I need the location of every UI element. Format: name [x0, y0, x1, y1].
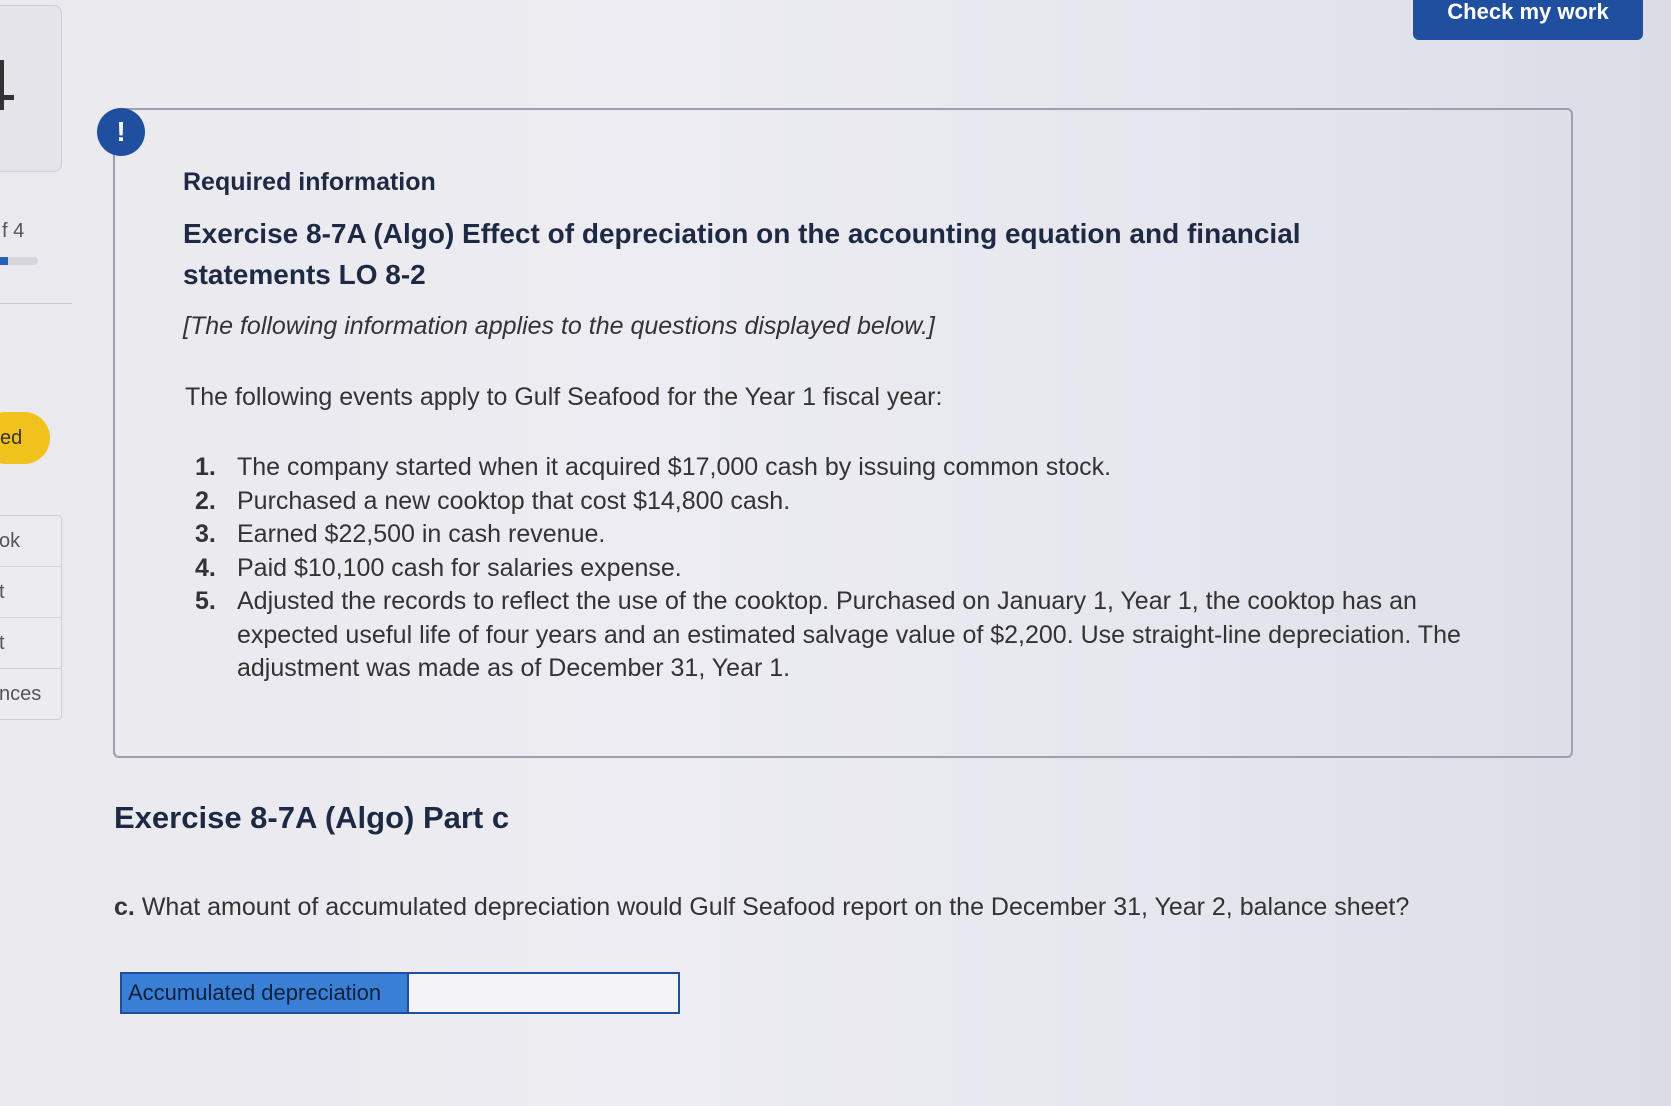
list-item: 2. Purchased a new cooktop that cost $14,…: [195, 486, 791, 515]
status-badge[interactable]: ed: [0, 412, 50, 464]
exercise-title: Exercise 8-7A (Algo) Effect of depreciat…: [183, 218, 1301, 290]
list-item: 1. The company started when it acquired $…: [195, 453, 1112, 481]
sidebar-card[interactable]: [0, 5, 62, 172]
list-item: 3. Earned $22,500 in cash revenue.: [195, 520, 606, 548]
progress-bar: [0, 257, 38, 265]
part-title: Exercise 8-7A (Algo) Part c: [114, 800, 510, 835]
sidebar-item-print[interactable]: t: [0, 567, 61, 618]
plus-icon: [0, 60, 4, 110]
sidebar-item-hint[interactable]: t: [0, 618, 61, 669]
sidebar-list: ok t t nces: [0, 515, 62, 720]
events-list: 1. The company started when it acquired $…: [195, 451, 1495, 686]
list-item: 4. Paid $10,100 cash for salaries expense…: [195, 553, 682, 582]
plus-icon-bar: [0, 95, 14, 100]
sidebar-item-references[interactable]: nces: [0, 669, 61, 719]
progress-fill: [0, 257, 8, 265]
check-my-work-button[interactable]: Check my work: [1413, 0, 1643, 40]
list-item: 5. Adjusted the records to reflect the us…: [195, 587, 1461, 682]
accumulated-depreciation-input[interactable]: [407, 974, 678, 1012]
events-intro: The following events apply to Gulf Seafo…: [185, 383, 943, 411]
divider: [0, 303, 72, 304]
sidebar-item-ebook[interactable]: ok: [0, 516, 61, 567]
required-heading: Required information: [183, 168, 436, 196]
question-letter: c.: [114, 893, 135, 921]
info-note: [The following information applies to th…: [183, 312, 935, 340]
answer-row: Accumulated depreciation: [120, 972, 680, 1014]
left-sidebar: f 4 ed ok t t nces: [0, 0, 72, 1106]
alert-icon: !: [97, 108, 145, 156]
answer-label: Accumulated depreciation: [122, 974, 407, 1012]
page-indicator: f 4: [2, 220, 25, 242]
question-text: c. What amount of accumulated depreciati…: [114, 893, 1410, 921]
